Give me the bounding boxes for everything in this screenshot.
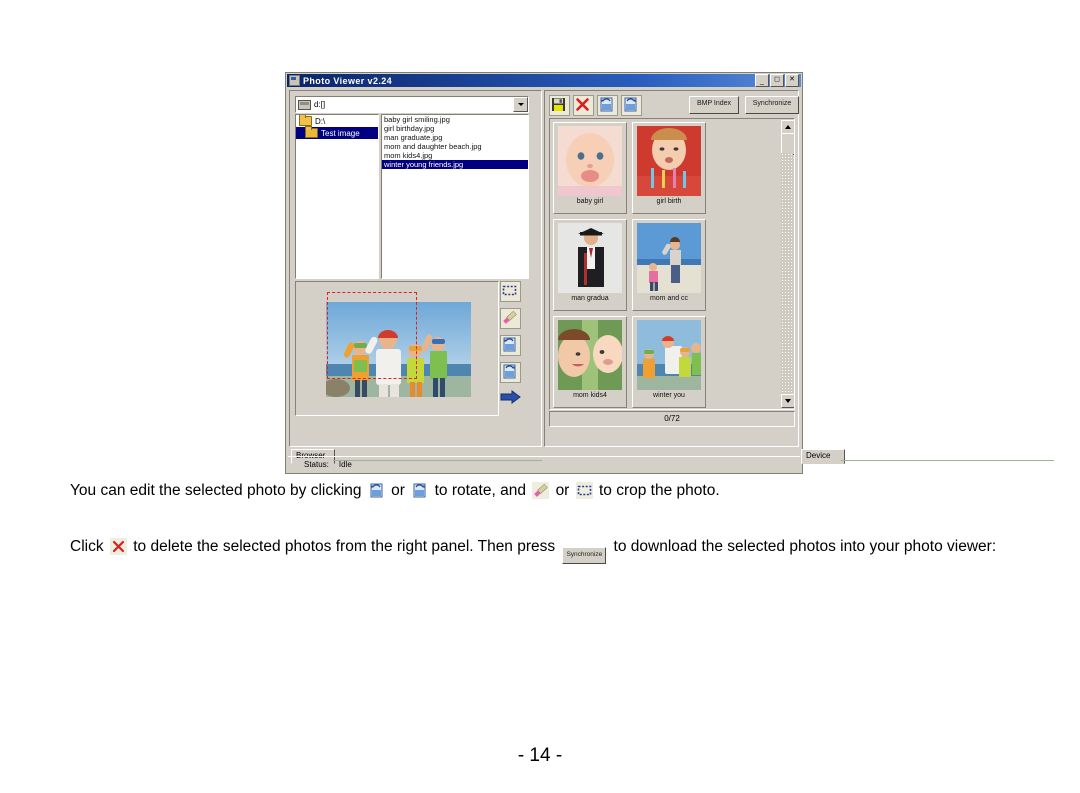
chevron-up-icon [785,125,791,129]
instruction-text-c: to rotate, and [434,482,526,499]
window-controls: _ ◻ ✕ [755,74,800,87]
list-item[interactable]: baby girl smiling.jpg [382,115,528,124]
preview-image [326,302,471,397]
list-item[interactable]: mom and daughter beach.jpg [382,142,528,151]
rotate-left-icon[interactable] [368,482,385,506]
thumbnail-image [558,126,622,196]
rotate-left-icon[interactable] [597,95,618,116]
pencil-icon[interactable] [500,308,521,329]
browser-panel: d:[] D:\ Test image baby girl smiling.jp… [289,90,542,464]
rotate-right-icon[interactable] [500,362,521,383]
scroll-up-button[interactable] [781,120,794,134]
thumbnail-caption: winter you [653,392,685,399]
instruction-text-a: You can edit the selected photo by click… [70,482,362,499]
scrollbar-thumb[interactable] [781,133,794,155]
tree-item-label: D:\ [315,116,326,126]
thumbnail-item[interactable]: baby girl [553,122,627,214]
thumbnail-image [637,320,701,390]
instruction2-text-a: Click [70,538,104,555]
thumbnail-caption: man gradua [571,295,609,302]
preview-photo-graphic [326,302,471,397]
list-item[interactable]: man graduate.jpg [382,133,528,142]
synchronize-button-inline[interactable]: Synchronize [562,547,607,564]
list-item[interactable]: mom kids4.jpg [382,151,528,160]
thumbnail-grid-area[interactable]: baby girl girl birth man gradua mom and … [549,118,795,410]
thumbnail-item[interactable]: mom kids4 [553,316,627,408]
drive-icon [298,99,311,110]
path-combo-value: d:[] [314,100,326,109]
paragraph-edit-instructions: You can edit the selected photo by click… [70,479,1010,506]
edit-toolbar [500,281,522,414]
rotate-right-icon[interactable] [411,482,428,506]
path-combo[interactable]: d:[] [295,96,529,113]
device-toolbar: BMP Index Synchronize [549,95,799,116]
maximize-icon: ◻ [774,76,780,83]
save-icon[interactable] [549,95,570,116]
instruction-text-b: or [391,482,405,499]
transfer-arrow-icon[interactable] [500,389,521,408]
minimize-button[interactable]: _ [755,74,769,87]
thumbnail-image [637,126,701,196]
thumbnail-caption: mom and cc [649,295,689,302]
device-panel: BMP Index Synchronize baby girl girl bir… [544,90,1054,464]
thumbnail-grid: baby girl girl birth man gradua mom and … [553,122,780,408]
crop-icon[interactable] [575,482,593,506]
chevron-down-icon[interactable] [513,97,528,112]
delete-icon[interactable] [109,538,127,562]
thumbnail-image [558,320,622,390]
paragraph-delete-sync-instructions: Click to delete the selected photos from… [70,535,1010,564]
thumbnail-item[interactable]: girl birth [632,122,706,214]
bmp-index-button[interactable]: BMP Index [689,96,739,114]
window-title: Photo Viewer v2.24 [303,75,393,86]
thumbnail-item[interactable]: man gradua [553,219,627,311]
device-tabstrip: Device [801,449,1054,464]
delete-icon[interactable] [573,95,594,116]
list-item[interactable]: girl birthday.jpg [382,124,528,133]
close-icon: ✕ [789,76,795,83]
window-body: d:[] D:\ Test image baby girl smiling.jp… [288,89,1054,471]
status-bar: Status: Idle [288,456,800,471]
thumbnail-image [558,223,622,293]
thumbnail-item[interactable]: winter you [632,316,706,408]
thumbnail-image [637,223,701,293]
thumbnail-caption: baby girl [576,198,604,205]
folder-open-icon [305,126,318,138]
page-number: - 14 - [517,745,563,766]
rotate-left-icon[interactable] [500,335,521,356]
tree-item-test-image[interactable]: Test image [296,126,378,139]
status-value: Idle [338,459,352,469]
status-label: Status: [304,459,329,469]
chevron-down-icon [785,399,791,403]
photo-preview[interactable] [295,281,499,416]
rotate-right-icon[interactable] [621,95,642,116]
file-list[interactable]: baby girl smiling.jpg girl birthday.jpg … [381,114,529,279]
list-item-selected[interactable]: winter young friends.jpg [382,160,528,169]
folder-tree[interactable]: D:\ Test image [295,114,379,279]
tabstrip-filler [841,460,1054,463]
scroll-down-button[interactable] [781,394,794,408]
folder-icon [299,115,312,126]
app-icon [289,75,300,86]
instruction2-text-b: to delete the selected photos from the r… [133,538,556,555]
thumbnail-caption: mom kids4 [573,392,607,399]
instruction-text-d: or [555,482,570,499]
window-titlebar[interactable]: Photo Viewer v2.24 _ ◻ ✕ [287,74,801,87]
scrollbar-track[interactable] [781,153,793,395]
thumbnail-caption: girl birth [656,198,682,205]
synchronize-button[interactable]: Synchronize [745,96,799,114]
tree-item-label: Test image [321,128,360,138]
maximize-button[interactable]: ◻ [770,74,784,87]
crop-icon[interactable] [500,281,521,302]
tab-device[interactable]: Device [801,449,845,464]
photo-viewer-window: Photo Viewer v2.24 _ ◻ ✕ d:[] D:\ Test i… [285,72,1054,474]
close-button[interactable]: ✕ [785,74,799,87]
thumbnail-item[interactable]: mom and cc [632,219,706,311]
minimize-icon: _ [760,78,764,85]
instruction2-text-c: to download the selected photos into you… [613,538,997,555]
instruction-text-e: to crop the photo. [598,482,720,499]
thumbnail-scrollbar[interactable] [781,120,794,408]
photo-counter: 0/72 [549,411,795,427]
pencil-icon[interactable] [532,482,550,506]
